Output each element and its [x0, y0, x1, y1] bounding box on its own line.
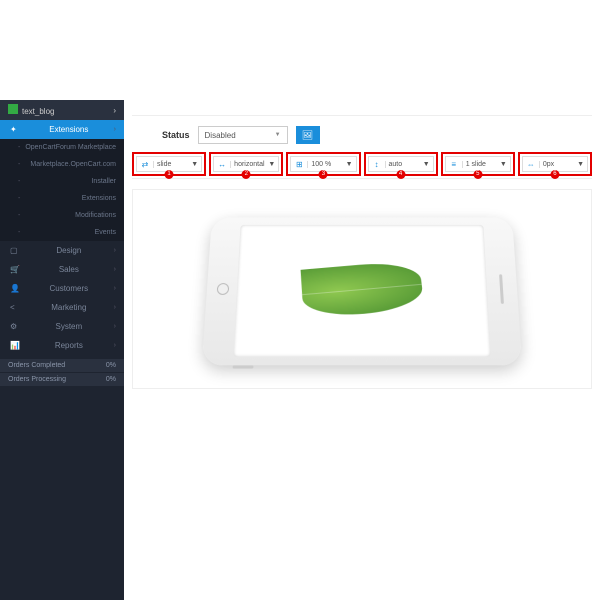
options-row: ⇄slide▼ 1 ↔horizontal▼ 2 ⊞100 %▼ 3 ↕auto▼ 4 ≡1 s… [132, 150, 592, 179]
option-select[interactable]: 100 %▼ [307, 161, 355, 168]
product-image [202, 217, 522, 365]
option-box: ⇔0px▼ 6 [518, 152, 592, 176]
sidebar-item[interactable]: OpenCartForum Marketplace [0, 139, 124, 156]
sidebar-item[interactable]: Events [0, 224, 124, 241]
option-icon: ⇄ [137, 160, 153, 169]
option-box: ≡1 slide▼ 5 [441, 152, 515, 176]
option-icon: ⊞ [291, 160, 307, 169]
caret-down-icon: ▼ [275, 132, 281, 138]
app-title: text_blog [22, 107, 54, 116]
status-row: Status Disabled ▼ 🖼 [132, 116, 592, 150]
option-box: ↕auto▼ 4 [364, 152, 438, 176]
option-select[interactable]: horizontal▼ [230, 161, 278, 168]
sidebar-item[interactable]: 📊Reports› [0, 336, 124, 355]
option-badge: 3 [319, 170, 328, 179]
sidebar-item[interactable]: 👤Customers› [0, 279, 124, 298]
main-panel: Status Disabled ▼ 🖼 ⇄slide▼ 1 ↔horizontal▼… [124, 100, 600, 600]
option-box: ⇄slide▼ 1 [132, 152, 206, 176]
option-box: ⊞100 %▼ 3 [286, 152, 360, 176]
sidebar-item[interactable]: <Marketing› [0, 298, 124, 317]
sidebar: text_blog › ✦Extensions›OpenCartForum Ma… [0, 100, 124, 600]
sidebar-item[interactable]: Modifications [0, 207, 124, 224]
status-label: Status [162, 130, 190, 140]
chevron-right-icon: › [113, 106, 116, 115]
image-button[interactable]: 🖼 [296, 126, 320, 144]
option-badge: 5 [473, 170, 482, 179]
stat-row: Orders Completed0% [0, 359, 124, 373]
option-box: ↔horizontal▼ 2 [209, 152, 283, 176]
option-select[interactable]: 0px▼ [539, 161, 587, 168]
sidebar-item[interactable]: 🛒Sales› [0, 260, 124, 279]
option-badge: 4 [396, 170, 405, 179]
sidebar-item[interactable]: ⚙System› [0, 317, 124, 336]
breadcrumb [132, 100, 592, 116]
option-select[interactable]: auto▼ [385, 161, 433, 168]
option-badge: 1 [165, 170, 174, 179]
option-select[interactable]: 1 slide▼ [462, 161, 510, 168]
option-icon: ⇔ [523, 160, 539, 169]
status-value: Disabled [205, 131, 236, 140]
app-icon [8, 104, 18, 114]
sidebar-item[interactable]: ✦Extensions› [0, 120, 124, 139]
sidebar-header[interactable]: text_blog › [0, 100, 124, 120]
stat-row: Orders Processing0% [0, 373, 124, 387]
option-icon: ↔ [214, 160, 230, 169]
sidebar-item[interactable]: ▢Design› [0, 241, 124, 260]
option-icon: ↕ [369, 160, 385, 169]
status-select[interactable]: Disabled ▼ [198, 126, 288, 144]
option-badge: 6 [550, 170, 559, 179]
option-icon: ≡ [446, 160, 462, 169]
preview-area [132, 189, 592, 389]
sidebar-item[interactable]: Extensions [0, 190, 124, 207]
option-select[interactable]: slide▼ [153, 161, 201, 168]
sidebar-stats: Orders Completed0%Orders Processing0% [0, 359, 124, 387]
sidebar-item[interactable]: Marketplace.OpenCart.com [0, 156, 124, 173]
option-badge: 2 [242, 170, 251, 179]
sidebar-item[interactable]: Installer [0, 173, 124, 190]
